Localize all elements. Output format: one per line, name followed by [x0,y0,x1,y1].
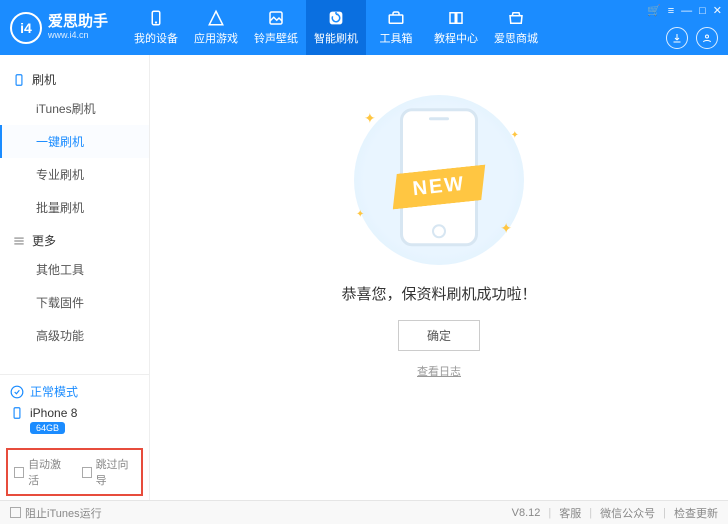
cart-icon[interactable]: 🛒 [647,4,661,17]
nav-label: 应用游戏 [194,30,238,46]
sparkle-icon: ✦ [356,209,364,220]
brand-url: www.i4.cn [48,31,108,41]
nav-ringtones[interactable]: 铃声壁纸 [246,0,306,55]
menu-icon[interactable]: ≡ [668,5,674,17]
support-link[interactable]: 客服 [559,505,581,521]
titlebar-right-buttons [666,27,718,49]
storage-badge: 64GB [30,422,65,434]
device-block[interactable]: iPhone 8 64GB [10,406,139,434]
more-icon [12,234,26,248]
category-label: 更多 [32,232,56,249]
nav-label: 智能刷机 [314,30,358,46]
wechat-link[interactable]: 微信公众号 [600,505,655,521]
store-icon [506,9,526,27]
top-nav: 我的设备 应用游戏 铃声壁纸 智能刷机 工具箱 教程中心 爱思商城 [126,0,546,55]
titlebar: i4 爱思助手 www.i4.cn 我的设备 应用游戏 铃声壁纸 智能刷机 工具… [0,0,728,55]
separator: | [589,507,592,519]
version-label: V8.12 [512,507,541,519]
sparkle-icon: ✦ [364,110,376,127]
category-more: 更多 [0,224,149,253]
nav-label: 爱思商城 [494,30,538,46]
checkbox-icon [82,467,92,478]
mode-button[interactable]: 正常模式 [10,383,139,400]
block-itunes-checkbox[interactable]: 阻止iTunes运行 [10,505,102,521]
minimize-icon[interactable]: — [681,5,692,17]
toolbox-icon [386,9,406,27]
apps-icon [206,9,226,27]
nav-my-device[interactable]: 我的设备 [126,0,186,55]
download-button[interactable] [666,27,688,49]
nav-label: 教程中心 [434,30,478,46]
nav-tutorials[interactable]: 教程中心 [426,0,486,55]
sidebar-item-other-tools[interactable]: 其他工具 [0,253,149,286]
sidebar-item-batch-flash[interactable]: 批量刷机 [0,191,149,224]
checkbox-label: 自动激活 [28,456,67,488]
sidebar-scroll: 刷机 iTunes刷机 一键刷机 专业刷机 批量刷机 更多 其他工具 下载固件 … [0,55,149,374]
separator: | [663,507,666,519]
phone-outline-icon [12,73,26,87]
body: 刷机 iTunes刷机 一键刷机 专业刷机 批量刷机 更多 其他工具 下载固件 … [0,55,728,500]
view-log-link[interactable]: 查看日志 [417,363,461,379]
check-update-link[interactable]: 检查更新 [674,505,718,521]
checkbox-icon [14,467,24,478]
checkbox-label: 阻止iTunes运行 [25,505,102,521]
category-label: 刷机 [32,71,56,88]
statusbar: 阻止iTunes运行 V8.12 | 客服 | 微信公众号 | 检查更新 [0,500,728,524]
highlighted-options: 自动激活 跳过向导 [6,448,143,496]
sidebar-item-download-firmware[interactable]: 下载固件 [0,286,149,319]
refresh-icon [326,9,346,27]
sidebar-bottom: 正常模式 iPhone 8 64GB [0,374,149,442]
window-controls: 🛒 ≡ — □ ✕ [647,4,722,17]
success-illustration: ✦ ✦ ✦ ✦ NEW [344,95,534,265]
brand: i4 爱思助手 www.i4.cn [10,12,108,44]
checkbox-icon [10,507,21,518]
auto-activate-checkbox[interactable]: 自动激活 [14,456,68,488]
phone-icon [146,9,166,27]
brand-text: 爱思助手 www.i4.cn [48,14,108,40]
maximize-icon[interactable]: □ [699,5,706,17]
sidebar-item-pro-flash[interactable]: 专业刷机 [0,158,149,191]
sidebar-item-oneclick-flash[interactable]: 一键刷机 [0,125,149,158]
sidebar: 刷机 iTunes刷机 一键刷机 专业刷机 批量刷机 更多 其他工具 下载固件 … [0,55,150,500]
nav-store[interactable]: 爱思商城 [486,0,546,55]
brand-icon: i4 [10,12,42,44]
nav-flash[interactable]: 智能刷机 [306,0,366,55]
sparkle-icon: ✦ [500,220,512,237]
close-icon[interactable]: ✕ [713,4,722,17]
category-flash: 刷机 [0,63,149,92]
mode-label: 正常模式 [30,383,78,400]
brand-name: 爱思助手 [48,14,108,31]
wallpaper-icon [266,9,286,27]
sidebar-item-advanced[interactable]: 高级功能 [0,319,149,352]
separator: | [548,507,551,519]
nav-apps[interactable]: 应用游戏 [186,0,246,55]
sidebar-item-itunes-flash[interactable]: iTunes刷机 [0,92,149,125]
sparkle-icon: ✦ [511,130,519,141]
main-content: ✦ ✦ ✦ ✦ NEW 恭喜您，保资料刷机成功啦！ 确定 查看日志 [150,55,728,500]
book-icon [446,9,466,27]
nav-label: 铃声壁纸 [254,30,298,46]
device-name: iPhone 8 [30,406,77,420]
nav-label: 我的设备 [134,30,178,46]
skip-wizard-checkbox[interactable]: 跳过向导 [82,456,136,488]
success-message: 恭喜您，保资料刷机成功啦！ [341,283,536,304]
checkbox-label: 跳过向导 [96,456,135,488]
nav-toolbox[interactable]: 工具箱 [366,0,426,55]
ok-button[interactable]: 确定 [398,320,480,351]
nav-label: 工具箱 [380,30,413,46]
user-button[interactable] [696,27,718,49]
